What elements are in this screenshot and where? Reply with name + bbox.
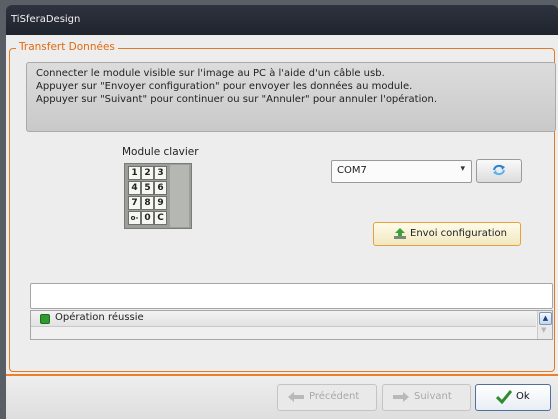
ok-button[interactable]: Ok [475,384,551,411]
key: 1 [128,166,141,180]
instruction-line: Appuyer sur "Suivant" pour continuer ou … [36,94,438,105]
key: 6 [154,181,167,195]
ok-label: Ok [516,391,530,402]
status-row: Opération réussie [31,311,536,327]
arrow-left-icon [288,392,304,402]
status-list[interactable]: Opération réussie ▲ ▼ [30,310,553,340]
status-text: Opération réussie [55,312,144,323]
instructions-panel: Connecter le module visible sur l'image … [26,62,556,132]
next-label: Suivant [414,391,452,402]
key: 4 [128,181,141,195]
check-icon [496,390,512,404]
upload-icon [394,228,406,239]
port-select-value: COM7 [337,165,367,176]
next-button[interactable]: Suivant [382,384,471,411]
previous-label: Précédent [309,391,360,402]
previous-button[interactable]: Précédent [277,384,377,411]
key: 2 [141,166,154,180]
scroll-down-icon[interactable]: ▼ [541,326,546,334]
send-configuration-button[interactable]: Envoi configuration [373,222,521,246]
output-textbox[interactable] [30,283,553,309]
key: C [154,211,167,225]
module-label: Module clavier [122,146,199,158]
key: 3 [154,166,167,180]
key-icon: o- [128,211,141,225]
refresh-button[interactable] [476,159,522,183]
send-configuration-label: Envoi configuration [410,228,507,239]
instruction-line: Connecter le module visible sur l'image … [36,68,385,79]
key: 7 [128,196,141,210]
key: 0 [141,211,154,225]
success-indicator-icon [40,314,50,324]
status-scrollbar[interactable]: ▲ ▼ [537,311,552,339]
key: 9 [154,196,167,210]
key: 5 [141,181,154,195]
key: 8 [141,196,154,210]
window-title: TiSferaDesign [11,14,81,25]
instruction-line: Appuyer sur "Envoyer configuration" pour… [36,81,413,92]
refresh-icon [493,164,505,176]
scroll-up-icon[interactable]: ▲ [539,312,552,325]
application-window: TiSferaDesign Transfert Données Connecte… [0,0,558,419]
arrow-right-icon [393,392,409,402]
group-title: Transfert Données [16,41,118,53]
keypad-side-panel [170,165,189,227]
chevron-down-icon: ▾ [460,164,465,174]
keypad-module-image: 1 2 3 4 5 6 7 8 9 o- 0 C [124,163,192,229]
title-bar: TiSferaDesign [6,5,558,35]
port-select[interactable]: COM7 ▾ [331,160,472,183]
